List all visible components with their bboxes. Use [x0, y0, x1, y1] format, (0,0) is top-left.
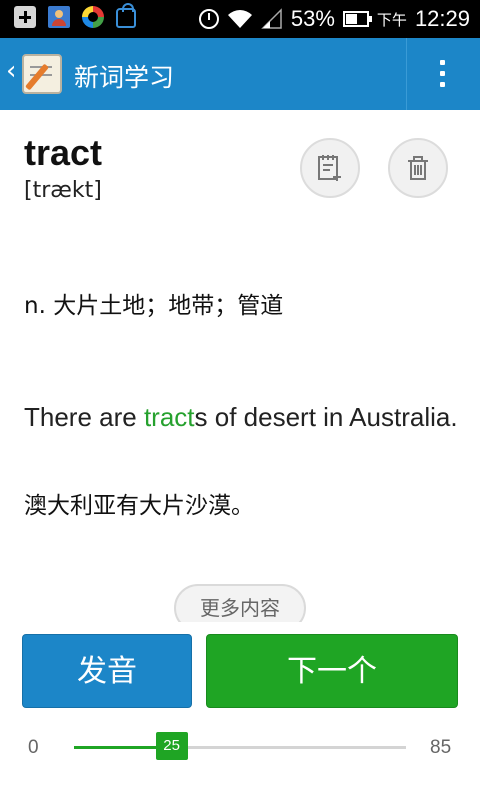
delete-word-button[interactable] — [388, 138, 448, 198]
battery-icon — [342, 11, 372, 27]
progress-min-label: 0 — [28, 737, 39, 758]
app-logo-icon[interactable] — [22, 54, 62, 94]
example-text-before: There are — [24, 402, 144, 432]
notebook-add-icon — [318, 155, 341, 181]
word-title: tract — [24, 132, 103, 173]
contact-card-icon — [48, 6, 70, 28]
status-bar: 53% 下午 12:29 — [0, 0, 480, 38]
signal-icon — [261, 8, 283, 30]
time-prefix: 下午 — [376, 11, 407, 29]
wifi-icon — [227, 9, 253, 29]
app-bar-divider — [406, 38, 407, 110]
pronounce-button[interactable]: 发音 — [22, 634, 192, 708]
add-icon — [14, 6, 36, 28]
add-to-notebook-button[interactable] — [300, 138, 360, 198]
page-title: 新词学习 — [74, 63, 175, 92]
progress-max-label: 85 — [430, 737, 452, 758]
example-sentence: There are tracts of desert in Australia. — [24, 394, 464, 440]
sync-spinner-icon — [82, 6, 104, 28]
system-status: 53% 下午 12:29 — [198, 4, 470, 34]
word-phonetic: [trækt] — [24, 178, 102, 203]
overflow-menu-icon[interactable] — [438, 58, 448, 90]
example-translation: 澳大利亚有大片沙漠。 — [24, 493, 254, 519]
trash-icon — [408, 156, 428, 180]
app-bar: ‹ 新词学习 — [0, 38, 480, 110]
word-definition: n. 大片土地；地带；管道 — [24, 293, 284, 319]
example-highlight: tract — [143, 402, 195, 432]
next-word-button[interactable]: 下一个 — [206, 634, 458, 708]
notification-icons — [14, 3, 136, 28]
shopping-bag-icon — [116, 3, 136, 28]
progress-thumb[interactable]: 25 — [155, 732, 188, 760]
alarm-icon — [198, 9, 219, 29]
progress-slider[interactable]: 25 — [74, 732, 406, 760]
clock: 12:29 — [414, 6, 470, 31]
example-text-after: s of desert in Australia. — [194, 402, 458, 432]
battery-percent: 53% — [290, 6, 335, 31]
chevron-left-icon[interactable]: ‹ — [6, 56, 16, 86]
